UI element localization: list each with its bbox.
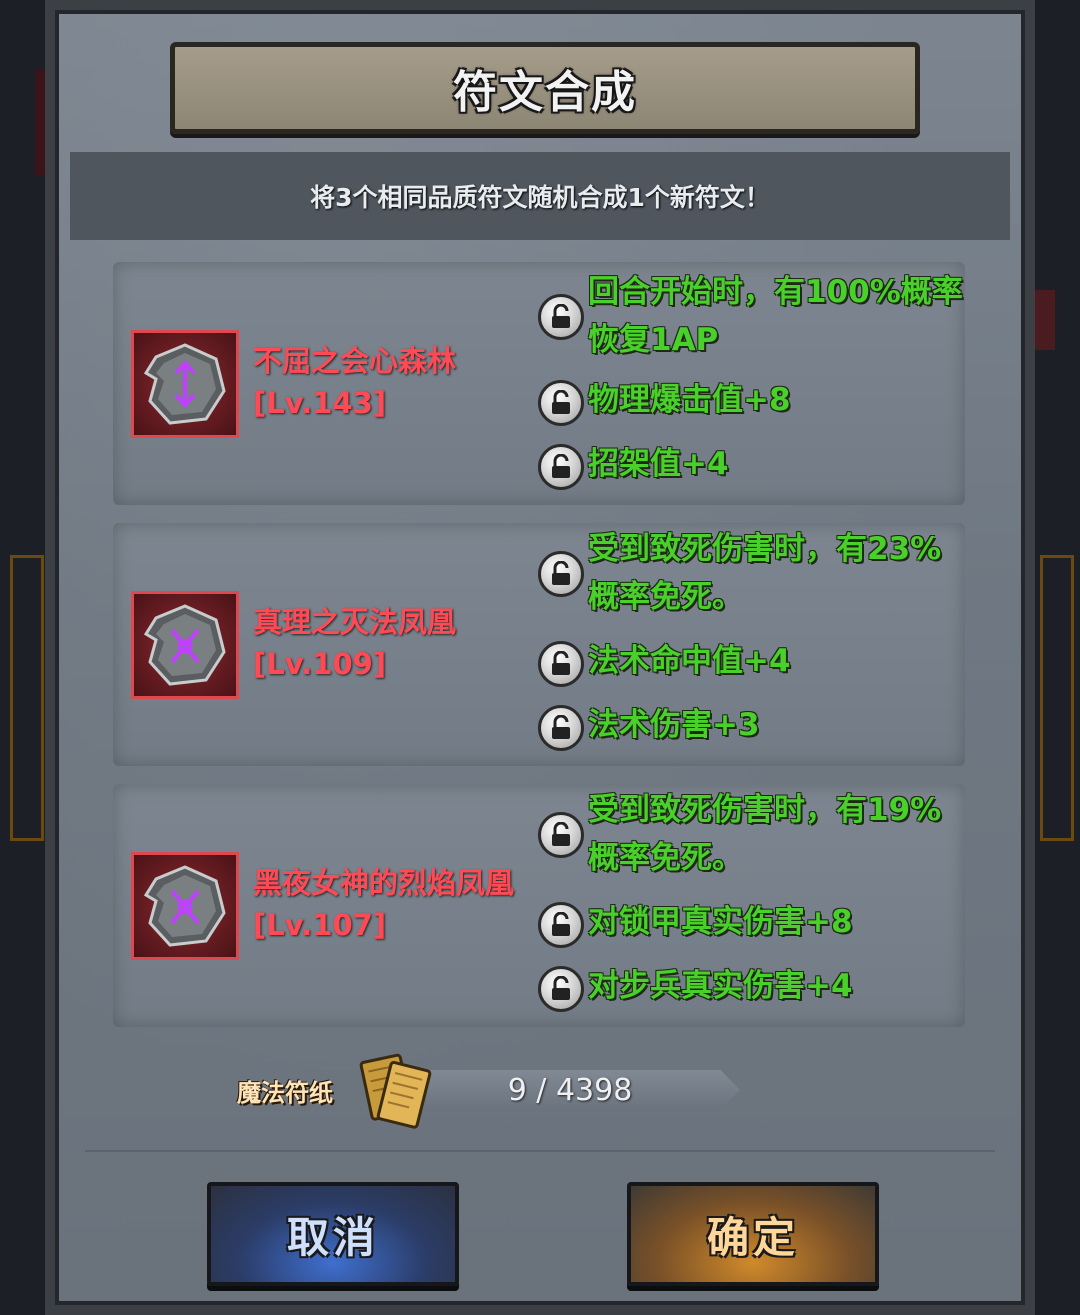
unlock-icon[interactable] — [538, 705, 584, 751]
attribute-text: 招架值+4 — [588, 446, 729, 482]
rune-card[interactable]: 黑夜女神的烈焰凤凰 [Lv.107] 受到致死伤害时，有19%概率免死。 对锁甲… — [113, 784, 965, 1027]
rune-name-text: 不屈之会心森林 — [253, 344, 457, 378]
background-frame — [10, 555, 44, 841]
unlock-icon[interactable] — [538, 812, 584, 858]
attribute-row: 回合开始时，有100%概率恢复1AP — [538, 268, 968, 364]
rune-card[interactable]: 真理之灭法凤凰 [Lv.109] 受到致死伤害时，有23%概率免死。 法术命中值… — [113, 523, 965, 766]
attribute-row: 法术命中值+4 — [538, 637, 968, 687]
unlock-icon[interactable] — [538, 294, 584, 340]
confirm-button[interactable]: 确定 — [627, 1182, 879, 1286]
unlock-icon[interactable] — [538, 966, 584, 1012]
attribute-text: 对步兵真实伤害+4 — [588, 968, 853, 1004]
cancel-button[interactable]: 取消 — [207, 1182, 459, 1286]
rune-name-text: 黑夜女神的烈焰凤凰 — [253, 866, 515, 900]
magic-paper-count-bar: 9 / 4398 — [415, 1070, 740, 1110]
attribute-row: 物理爆击值+8 — [538, 376, 968, 426]
unlock-icon[interactable] — [538, 551, 584, 597]
attribute-row: 受到致死伤害时，有23%概率免死。 — [538, 525, 968, 621]
rune-level: [Lv.109] — [253, 647, 387, 681]
attribute-row: 招架值+4 — [538, 440, 968, 490]
attribute-row: 对步兵真实伤害+4 — [538, 962, 968, 1012]
rune-name: 不屈之会心森林 [Lv.143] — [253, 340, 513, 424]
subtitle-band: 将3个相同品质符文随机合成1个新符文！ — [70, 152, 1010, 240]
rune-stone-icon[interactable] — [131, 591, 239, 699]
rune-stone-icon[interactable] — [131, 330, 239, 438]
rune-card[interactable]: 不屈之会心森林 [Lv.143] 回合开始时，有100%概率恢复1AP 物理爆击… — [113, 262, 965, 505]
background-frame — [1040, 555, 1074, 841]
attribute-text: 受到致死伤害时，有19%概率免死。 — [588, 792, 942, 876]
dialog-title: 符文合成 — [453, 67, 637, 118]
confirm-button-label: 确定 — [706, 1212, 799, 1262]
rune-name: 黑夜女神的烈焰凤凰 [Lv.107] — [253, 862, 523, 946]
magic-paper-icon — [355, 1048, 439, 1132]
attribute-text: 回合开始时，有100%概率恢复1AP — [588, 274, 963, 358]
magic-paper-count: 9 / 4398 — [507, 1072, 633, 1108]
cancel-button-label: 取消 — [286, 1212, 379, 1262]
attribute-text: 法术伤害+3 — [588, 707, 760, 743]
attribute-row: 法术伤害+3 — [538, 701, 968, 751]
rune-name-text: 真理之灭法凤凰 — [253, 605, 457, 639]
background-panel — [1035, 290, 1055, 350]
magic-paper-label: 魔法符纸 — [237, 1079, 333, 1107]
rune-synthesis-dialog: 符文合成 将3个相同品质符文随机合成1个新符文！ 不屈之会心森林 [Lv.143… — [45, 0, 1035, 1315]
attribute-row: 受到致死伤害时，有19%概率免死。 — [538, 786, 968, 882]
attribute-text: 物理爆击值+8 — [588, 382, 791, 418]
unlock-icon[interactable] — [538, 380, 584, 426]
rune-level: [Lv.107] — [253, 908, 387, 942]
attribute-text: 法术命中值+4 — [588, 643, 791, 679]
title-board: 符文合成 — [170, 42, 920, 134]
unlock-icon[interactable] — [538, 641, 584, 687]
dialog-subtitle: 将3个相同品质符文随机合成1个新符文！ — [310, 183, 770, 212]
attribute-row: 对锁甲真实伤害+8 — [538, 898, 968, 948]
attribute-text: 受到致死伤害时，有23%概率免死。 — [588, 531, 942, 615]
rune-stone-icon[interactable] — [131, 852, 239, 960]
unlock-icon[interactable] — [538, 902, 584, 948]
rune-level: [Lv.143] — [253, 386, 387, 420]
divider — [85, 1150, 995, 1152]
attribute-text: 对锁甲真实伤害+8 — [588, 904, 853, 940]
rune-name: 真理之灭法凤凰 [Lv.109] — [253, 601, 513, 685]
unlock-icon[interactable] — [538, 444, 584, 490]
